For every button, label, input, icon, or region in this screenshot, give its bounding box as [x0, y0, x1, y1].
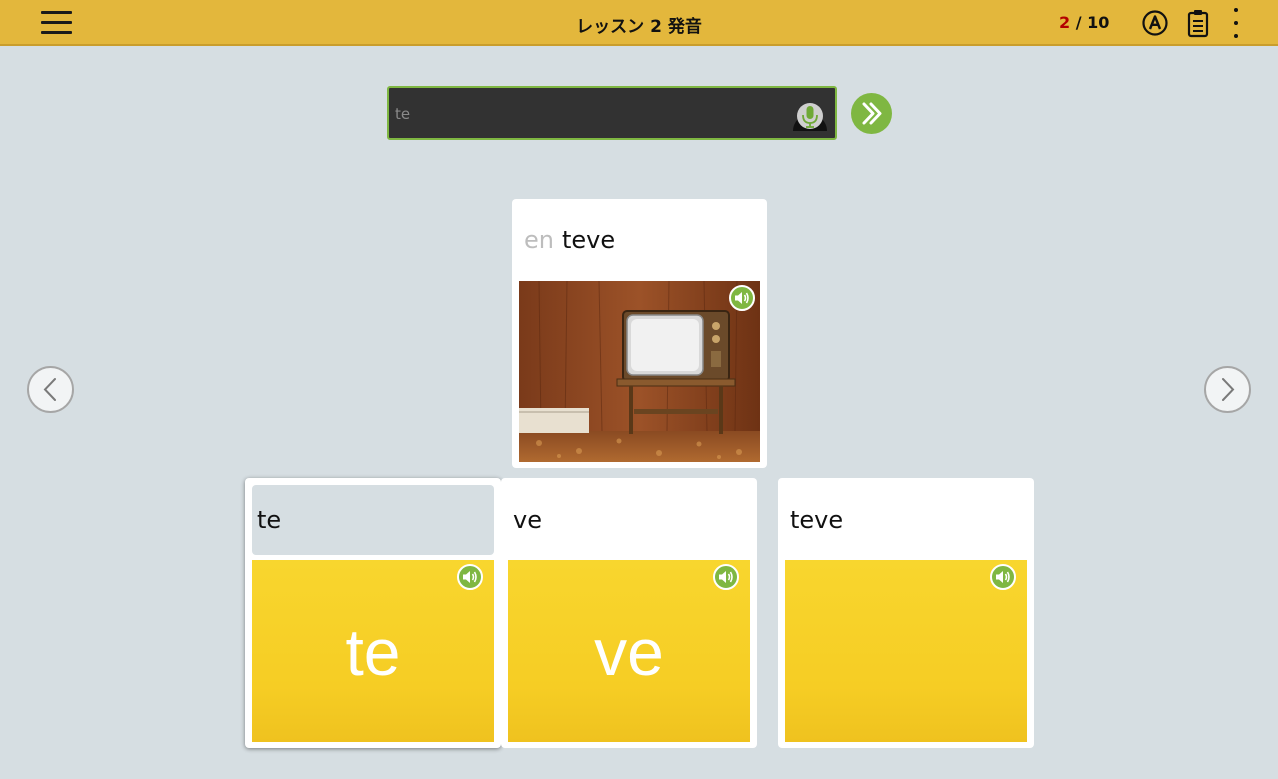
option-tile-text: te — [345, 615, 401, 689]
speaker-icon[interactable] — [729, 285, 755, 311]
top-bar: レッスン 2 発音 2 / 10 — [0, 0, 1278, 46]
progress-counter: 2 / 10 — [1059, 13, 1109, 32]
answer-field — [387, 86, 837, 140]
microphone-icon[interactable] — [791, 97, 829, 133]
option-label-box: te — [252, 485, 494, 555]
prompt-word: en teve — [524, 226, 615, 254]
option-card-te[interactable]: te te — [245, 478, 501, 748]
option-card-teve[interactable]: teve — [778, 478, 1034, 748]
prompt-card: en teve — [512, 199, 767, 468]
option-card-ve[interactable]: ve ve — [501, 478, 757, 748]
next-button[interactable] — [1204, 366, 1251, 413]
previous-button[interactable] — [27, 366, 74, 413]
prompt-article: en — [524, 226, 554, 254]
option-label: ve — [513, 506, 542, 534]
progress-total: 10 — [1087, 13, 1110, 32]
retro-television-photo — [519, 281, 760, 462]
auto-play-a-icon[interactable] — [1141, 9, 1169, 37]
option-label: te — [257, 506, 282, 534]
speaker-icon[interactable] — [990, 564, 1016, 590]
double-chevron-right-icon — [862, 102, 882, 125]
speaker-icon[interactable] — [457, 564, 483, 590]
option-tile-text: ve — [594, 615, 664, 689]
submit-button[interactable] — [851, 93, 892, 134]
progress-current: 2 — [1059, 13, 1071, 32]
answer-input[interactable] — [395, 102, 775, 126]
chevron-right-icon — [1222, 378, 1235, 401]
speaker-icon[interactable] — [713, 564, 739, 590]
option-label: teve — [790, 506, 844, 534]
clipboard-icon[interactable] — [1185, 8, 1211, 38]
progress-separator: / — [1070, 13, 1088, 32]
chevron-left-icon — [43, 378, 56, 401]
prompt-word-text: teve — [561, 226, 616, 254]
more-vertical-icon[interactable] — [1226, 5, 1246, 41]
